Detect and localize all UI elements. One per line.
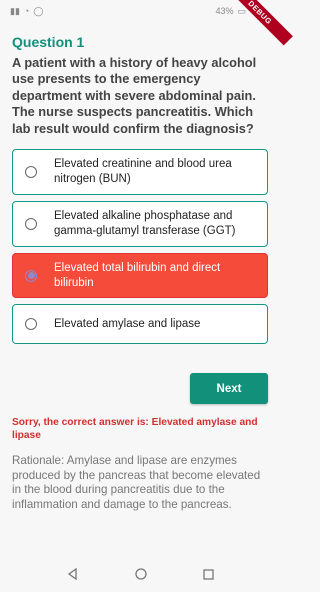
home-circle-icon[interactable]	[134, 568, 147, 580]
answer-option-label: Elevated amylase and lipase	[54, 317, 201, 330]
answer-option-4[interactable]: Elevated amylase and lipase	[12, 304, 268, 345]
radio-button-icon[interactable]	[25, 218, 37, 231]
status-bar: ▮▮ ◔ ◯ 43% ▭	[0, 0, 280, 22]
battery-text: 43%	[215, 6, 234, 16]
answer-option-2[interactable]: Elevated alkaline phosphatase and gamma-…	[12, 201, 268, 248]
question-title: Question 1	[12, 34, 85, 50]
radio-button-icon[interactable]	[25, 166, 37, 179]
answer-option-label: Elevated alkaline phosphatase and gamma-…	[54, 210, 236, 238]
rationale-text: Rationale: Amylase and lipase are enzyme…	[12, 454, 261, 511]
answer-option-label: Elevated total bilirubin and direct bili…	[54, 261, 221, 289]
quiz-content: Question 1 A patient with a history of h…	[12, 34, 268, 511]
recents-square-icon[interactable]	[202, 568, 214, 580]
feedback-message: Sorry, the correct answer is: Elevated a…	[12, 417, 258, 441]
answer-option-3-selected[interactable]: Elevated total bilirubin and direct bili…	[12, 253, 268, 299]
answer-option-label: Elevated creatinine and blood urea nitro…	[54, 158, 232, 186]
question-text: A patient with a history of heavy alcoho…	[12, 55, 257, 136]
radio-button-icon[interactable]	[25, 318, 37, 331]
back-triangle-icon[interactable]	[67, 568, 79, 580]
wifi-icon: ◔	[23, 6, 30, 16]
answer-options: Elevated creatinine and blood urea nitro…	[12, 149, 268, 345]
whatsapp-icon: ◯	[33, 5, 44, 16]
answer-option-1[interactable]: Elevated creatinine and blood urea nitro…	[12, 149, 268, 196]
status-left-icons: ▮▮ ◔ ◯	[10, 6, 43, 17]
next-button[interactable]: Next	[190, 373, 268, 404]
system-nav-bar	[0, 556, 280, 592]
signal-icon: ▮▮	[10, 5, 20, 16]
radio-button-selected-icon[interactable]	[25, 269, 37, 282]
